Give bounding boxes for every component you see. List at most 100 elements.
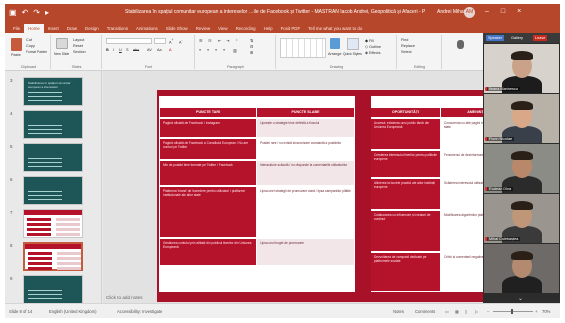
weakness-cell[interactable]: Lipsa unei strategii de promovare clară … (257, 187, 354, 237)
section-button[interactable]: Section (73, 50, 86, 54)
tab-file[interactable]: File (9, 24, 24, 33)
shape-outline-icon[interactable]: ◇ Outline (365, 44, 381, 49)
format-painter-button[interactable]: Format Painter (26, 50, 47, 54)
weakness-cell[interactable]: Postări rare / nu există sincronizare co… (257, 139, 354, 159)
opportunity-cell[interactable]: Colaborarea cu influenceri și creatori d… (371, 211, 440, 251)
tab-tell-me-what-you-want-to-do[interactable]: Tell me what you want to do (304, 24, 366, 33)
change-case-icon[interactable]: Aa (157, 48, 162, 52)
zoom-slider-handle[interactable] (511, 309, 513, 314)
shape-effects-icon[interactable]: ◈ Effects (365, 50, 381, 55)
tab-slide-show[interactable]: Slide Show (162, 24, 192, 33)
font-color-icon[interactable]: A (169, 48, 172, 52)
minimize-icon[interactable]: – (485, 8, 489, 15)
opportunity-cell[interactable]: Dezvoltarea de campanii dedicate pe plat… (371, 253, 440, 291)
reading-view-icon[interactable]: ▯ (465, 309, 467, 314)
speaker-view-button[interactable]: Speaker (486, 35, 505, 41)
tab-design[interactable]: Design (81, 24, 103, 33)
maximize-icon[interactable]: □ (501, 8, 505, 15)
slide-thumbnail[interactable] (23, 176, 83, 205)
replace-button[interactable]: Replace (401, 44, 415, 48)
slideshow-icon[interactable]: ▷ (475, 309, 478, 314)
tab-review[interactable]: Review (192, 24, 214, 33)
avatar[interactable]: AM (464, 7, 475, 18)
participant-video-tile[interactable]: Florin Nicolae (484, 94, 559, 143)
columns-icon[interactable]: ▥ (233, 48, 237, 53)
shrink-font-icon[interactable]: A- (179, 38, 183, 44)
arrange-icon[interactable] (330, 38, 340, 49)
slide-thumbnail[interactable] (23, 275, 83, 304)
quick-styles-button[interactable]: Quick Styles (343, 52, 362, 56)
bullets-icon[interactable]: ☰ (199, 38, 202, 43)
decrease-indent-icon[interactable]: ⇤ (218, 38, 221, 43)
tab-recording[interactable]: Recording (232, 24, 260, 33)
user-name[interactable]: Andrei Mihai (437, 9, 465, 15)
increase-indent-icon[interactable]: ⇥ (226, 38, 229, 43)
notes-toggle[interactable]: Notes (393, 309, 404, 314)
align-text-icon[interactable]: ⊟ (250, 44, 253, 49)
italic-icon[interactable]: I (113, 48, 114, 52)
copy-button[interactable]: Copy (26, 44, 35, 48)
reset-button[interactable]: Reset (73, 44, 83, 48)
normal-view-icon[interactable]: ▭ (445, 309, 449, 314)
bold-icon[interactable]: B (106, 48, 109, 52)
line-spacing-icon[interactable]: ↕ (236, 38, 238, 42)
slide-thumbnail[interactable] (23, 242, 83, 271)
align-left-icon[interactable]: ≡ (199, 48, 201, 52)
tab-help[interactable]: Help (260, 24, 277, 33)
strikethrough-icon[interactable]: abc (133, 48, 139, 52)
weakness-cell[interactable]: Interacțiune scăzută / nu răspunde la co… (257, 161, 354, 185)
slide-thumbnail[interactable] (23, 209, 83, 238)
save-icon[interactable]: ▣ (9, 8, 17, 18)
notes-placeholder[interactable]: Click to add notes (106, 295, 143, 300)
layout-button[interactable]: Layout (73, 38, 84, 42)
participant-video-tile[interactable]: Ileana Marinescu (484, 44, 559, 93)
opportunity-cell[interactable]: Accesul: existența unui public tânăr din… (371, 119, 440, 149)
comments-toggle[interactable]: Comments (415, 309, 435, 314)
tab-transitions[interactable]: Transitions (103, 24, 132, 33)
tab-insert[interactable]: Insert (44, 24, 63, 33)
strength-cell[interactable]: Pagină oficială de Facebook a Consiliulu… (160, 139, 256, 159)
leave-button[interactable]: Leave (533, 35, 548, 41)
opportunity-cell[interactable]: Creșterea interesului tinerilor pentru p… (371, 151, 440, 177)
participant-video-tile[interactable] (484, 244, 559, 293)
strength-cell[interactable]: Pagină oficială de Facebook / Instagram (160, 119, 256, 137)
present-icon[interactable]: ▸ (45, 8, 49, 18)
smartart-icon[interactable]: ⊞ (250, 50, 253, 55)
slide-thumbnail[interactable] (23, 143, 83, 172)
justify-icon[interactable]: ≡ (223, 48, 225, 52)
slide-thumbnail[interactable]: Stabilizarea în spațiul comunitar europe… (23, 77, 83, 106)
text-direction-icon[interactable]: ⇅ (250, 38, 253, 43)
undo-icon[interactable]: ↶ (22, 8, 29, 18)
strength-cell[interactable]: Platforma 'brand' de încredere pentru ut… (160, 187, 256, 237)
shape-fill-icon[interactable]: ◆ Fill (365, 38, 374, 43)
participant-video-tile[interactable]: Rudean Dina (484, 144, 559, 193)
weakness-cell[interactable]: Lipsește o strategie bine definită a flu… (257, 119, 354, 137)
paste-icon[interactable] (11, 38, 22, 51)
current-slide[interactable]: PUNCTE TARI PUNCTE SLABE Pagină oficială… (157, 90, 516, 302)
zoom-out-icon[interactable]: − (487, 309, 489, 314)
zoom-slider-track[interactable] (493, 311, 533, 312)
quick-styles-icon[interactable] (347, 38, 359, 50)
align-center-icon[interactable]: ≡ (207, 48, 209, 52)
tab-foxit-pdf[interactable]: Foxit PDF (277, 24, 305, 33)
close-icon[interactable]: × (517, 8, 521, 15)
language-indicator[interactable]: English (United Kingdom) (49, 309, 96, 314)
microphone-icon[interactable] (457, 40, 464, 49)
participant-video-tile[interactable]: Mihai Colebaștea (484, 194, 559, 243)
spacing-icon[interactable]: AV (147, 48, 152, 52)
slide-thumbnail[interactable] (23, 110, 83, 139)
redo-icon[interactable]: ↷ (33, 8, 40, 18)
slide-sorter-icon[interactable]: ▦ (455, 309, 459, 314)
find-button[interactable]: Find (401, 38, 408, 42)
underline-icon[interactable]: U (119, 48, 122, 52)
strength-cell[interactable]: Gestiunea contului prin afiliații din pu… (160, 239, 256, 265)
tab-draw[interactable]: Draw (63, 24, 81, 33)
grow-font-icon[interactable]: A+ (169, 38, 173, 44)
zoom-level[interactable]: 70% (542, 309, 550, 314)
select-button[interactable]: Select (401, 50, 412, 54)
new-slide-icon[interactable] (56, 38, 68, 49)
new-slide-button[interactable]: New Slide (54, 52, 69, 56)
arrange-button[interactable]: Arrange (328, 52, 342, 56)
gallery-view-button[interactable]: Gallery (509, 35, 525, 41)
tab-animations[interactable]: Animations (132, 24, 162, 33)
